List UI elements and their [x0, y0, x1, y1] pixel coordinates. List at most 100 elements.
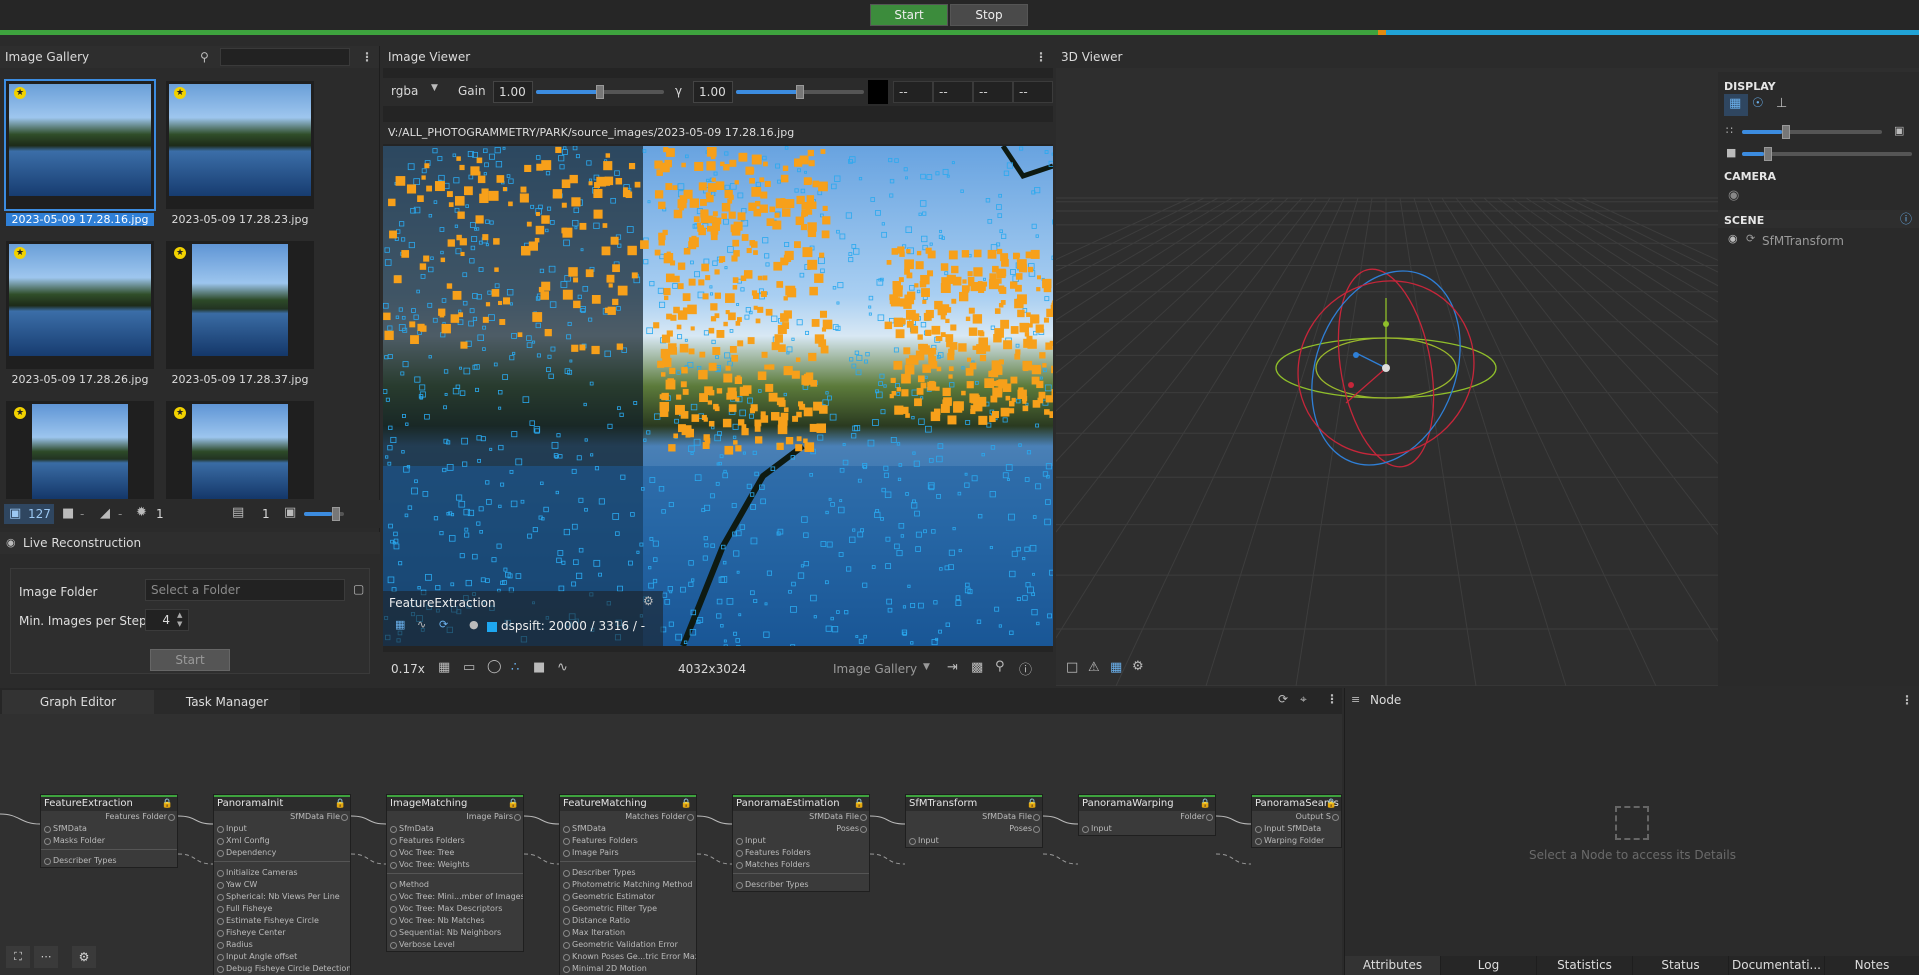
node-input[interactable]: Input SfMData — [1252, 823, 1341, 835]
node-input[interactable]: Xml Config — [214, 835, 350, 847]
node-param[interactable]: Describer Types — [560, 867, 696, 879]
tab-status[interactable]: Status — [1633, 956, 1729, 975]
node-param[interactable]: Method — [387, 879, 523, 891]
node-param[interactable]: Minimal 2D Motion — [560, 963, 696, 975]
graph-canvas[interactable]: FeatureExtraction 🔒 Features Folder SfMData… — [0, 714, 1342, 975]
node-param[interactable]: Describer Types — [733, 879, 869, 891]
point-size-slider[interactable] — [1742, 125, 1882, 139]
node-menu-icon[interactable]: ⋮ — [1901, 688, 1913, 712]
gallery-thumb-6[interactable]: ★ — [166, 401, 314, 499]
display-features-icon[interactable]: ▦ — [395, 618, 405, 631]
node-param[interactable]: Initialize Cameras — [214, 867, 350, 879]
node-param[interactable]: Verbose Level — [387, 939, 523, 951]
globe-icon[interactable]: ⚲ — [995, 659, 1005, 674]
node-output[interactable]: Poses — [733, 823, 869, 835]
folder-icon[interactable]: ▢ — [353, 582, 364, 596]
node-output[interactable]: Poses — [906, 823, 1042, 835]
node-param[interactable]: Spherical: Nb Views Per Line — [214, 891, 350, 903]
gallery-thumb-5[interactable]: ★ — [6, 401, 154, 499]
gear-icon[interactable]: ⚙ — [643, 594, 654, 608]
node-input[interactable]: Input — [733, 835, 869, 847]
node-param[interactable]: Geometric Filter Type — [560, 903, 696, 915]
node-output[interactable]: Features Folder — [41, 811, 177, 823]
gamma-slider[interactable] — [736, 85, 864, 99]
node-param[interactable]: Geometric Estimator — [560, 891, 696, 903]
graph-node[interactable]: FeatureExtraction 🔒 Features Folder SfMData… — [40, 794, 178, 868]
node-param[interactable]: Radius — [214, 939, 350, 951]
gallery-menu-icon[interactable]: ⋮ — [361, 46, 373, 68]
matches-icon[interactable]: ⟳ — [439, 618, 448, 631]
reconstruction-icon[interactable]: ✹ — [136, 505, 147, 520]
3d-scene-grid[interactable] — [1056, 68, 1718, 686]
tab-log[interactable]: Log — [1441, 956, 1537, 975]
features-icon[interactable]: ∴ — [511, 660, 519, 675]
node-input[interactable]: SfMData — [560, 823, 696, 835]
search-icon[interactable]: ⚲ — [200, 46, 209, 68]
gallery-thumb-1[interactable]: ★ 2023-05-09 17.28.16.jpg — [4, 79, 156, 226]
refresh-icon[interactable]: ⟳ — [1278, 692, 1288, 706]
node-param[interactable]: Max Iteration — [560, 927, 696, 939]
node-param[interactable]: Yaw CW — [214, 879, 350, 891]
graph-node[interactable]: PanoramaEstimation 🔒 SfMData File Poses Inpu… — [732, 794, 870, 892]
node-param[interactable]: Full Fisheye — [214, 903, 350, 915]
node-input[interactable]: Warping Folder — [1252, 835, 1341, 847]
gallery-search-input[interactable] — [220, 48, 350, 66]
node-param[interactable]: Estimate Fisheye Circle — [214, 915, 350, 927]
camera-icon[interactable]: ■ — [62, 506, 74, 521]
info-icon[interactable]: ⓘ — [1019, 659, 1032, 678]
node-input[interactable]: Dependency — [214, 847, 350, 859]
graph-node[interactable]: PanoramaWarping 🔒 Folder Input — [1078, 794, 1216, 836]
thumbnail-size-slider[interactable] — [304, 507, 344, 521]
node-param[interactable]: Voc Tree: Nb Matches — [387, 915, 523, 927]
viewpoints-icon[interactable]: ▤ — [232, 505, 244, 520]
info-icon[interactable]: ⓘ — [1900, 210, 1912, 227]
node-output[interactable]: Output S — [1252, 811, 1341, 823]
node-output[interactable]: SfMData File — [733, 811, 869, 823]
node-param[interactable]: Input Angle offset — [214, 951, 350, 963]
graph-menu-icon[interactable]: ⋮ — [1326, 692, 1338, 706]
feature-image[interactable]: FeatureExtraction ⚙ ▦ ∿ ⟳ ● dspsift: 200… — [383, 146, 1053, 646]
intrinsic-icon[interactable]: ◢ — [100, 506, 110, 521]
panorama-icon[interactable]: ■ — [533, 660, 545, 675]
gallery-thumb-3[interactable]: ★ 2023-05-09 17.28.26.jpg — [6, 241, 154, 386]
node-input[interactable]: Input — [1079, 823, 1215, 835]
node-input[interactable]: Matches Folders — [733, 859, 869, 871]
image-count-button[interactable]: ▣ 127 — [4, 504, 54, 524]
grid-icon[interactable]: ▦ — [1110, 660, 1122, 675]
gallery-thumb-4[interactable]: ★ 2023-05-09 17.28.37.jpg — [166, 241, 314, 386]
node-input[interactable]: Voc Tree: Weights — [387, 859, 523, 871]
node-param[interactable]: Sequential: Nb Neighbors — [387, 927, 523, 939]
graph-node[interactable]: ImageMatching 🔒 Image Pairs SfmData Features… — [386, 794, 524, 952]
gamma-input[interactable]: 1.00 — [693, 81, 733, 103]
gizmo-icon[interactable]: ☉ — [1752, 96, 1764, 111]
tab-graph-editor[interactable]: Graph Editor — [2, 690, 154, 714]
spinbox-arrows-icon[interactable]: ▲ ▼ — [177, 611, 187, 629]
node-output[interactable]: SfMData File — [906, 811, 1042, 823]
tab-statistics[interactable]: Statistics — [1537, 956, 1633, 975]
histogram-icon[interactable]: ▩ — [971, 660, 983, 675]
eye-icon[interactable]: ◉ — [1728, 232, 1738, 245]
chevron-down-icon[interactable]: ▼ — [431, 83, 438, 93]
layout-icon[interactable]: ⌖ — [1300, 692, 1307, 707]
node-input[interactable]: SfmData — [387, 823, 523, 835]
node-input[interactable]: SfMData — [41, 823, 177, 835]
graph-node[interactable]: SfMTransform 🔒 SfMData File Poses Input — [905, 794, 1043, 848]
node-param[interactable]: Known Poses Ge...tric Error Max — [560, 951, 696, 963]
origin-icon[interactable]: ⊥ — [1776, 96, 1787, 111]
gain-input[interactable]: 1.00 — [493, 81, 533, 103]
node-param[interactable]: Photometric Matching Method — [560, 879, 696, 891]
node-param[interactable]: Geometric Validation Error — [560, 939, 696, 951]
gear-icon[interactable]: ⚙ — [1132, 659, 1144, 674]
sequence-icon[interactable]: ∿ — [557, 660, 568, 675]
tab-documentation[interactable]: Documentati... — [1729, 956, 1825, 975]
image-source-select[interactable]: Image Gallery — [833, 662, 917, 676]
node-param[interactable]: Fisheye Center — [214, 927, 350, 939]
node-param[interactable]: Distance Ratio — [560, 915, 696, 927]
export-icon[interactable]: ⇥ — [947, 660, 958, 675]
node-input[interactable]: Masks Folder — [41, 835, 177, 847]
frame-icon[interactable]: ▭ — [463, 660, 475, 675]
tab-task-manager[interactable]: Task Manager — [154, 690, 300, 714]
bounding-box-icon[interactable]: □ — [1066, 660, 1078, 675]
node-output[interactable]: SfMData File — [214, 811, 350, 823]
camera-icon[interactable]: ◉ — [1728, 188, 1739, 203]
